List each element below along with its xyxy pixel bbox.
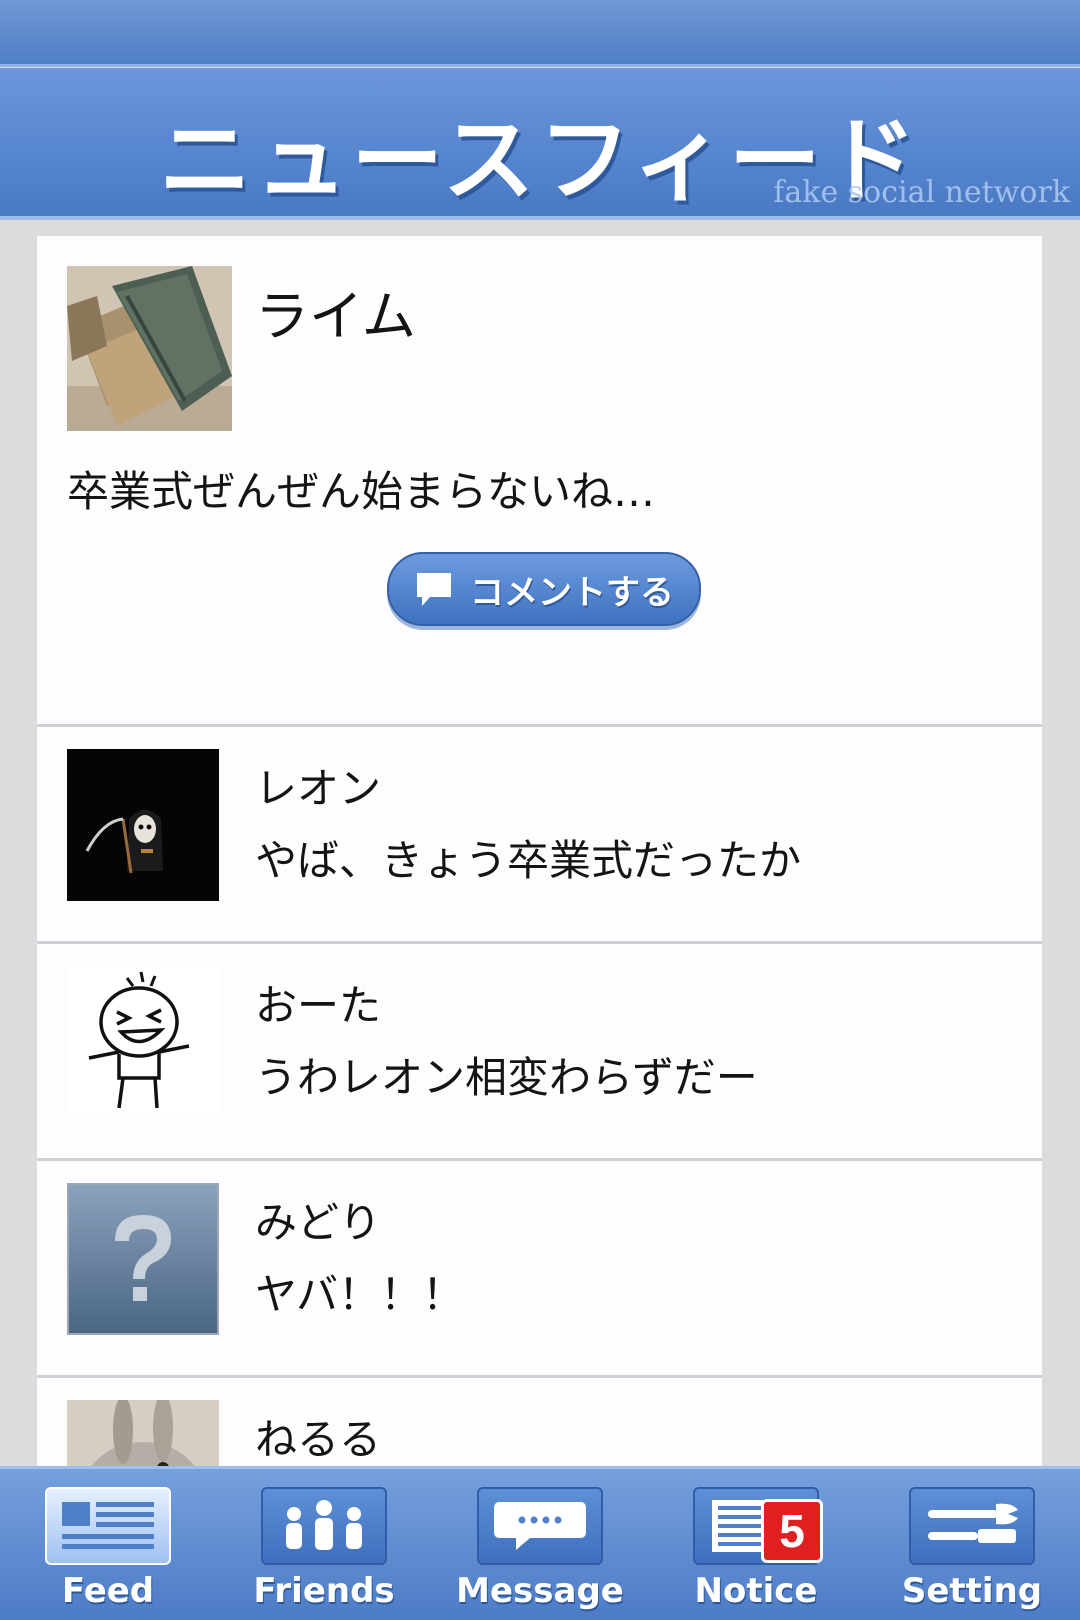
tab-label: Notice: [694, 1571, 818, 1611]
tab-setting[interactable]: Setting: [864, 1469, 1080, 1620]
message-icon: [477, 1487, 603, 1565]
comment-button[interactable]: コメントする: [387, 552, 701, 626]
tools-icon: [909, 1487, 1035, 1565]
feed-post: ねるる: [37, 1378, 1042, 1466]
feed-post: ライム 卒業式ぜんぜん始まらないね… コメントする: [37, 236, 1042, 727]
avatar[interactable]: [67, 1400, 219, 1466]
avatar[interactable]: [67, 749, 219, 901]
post-text: うわレオン相変わらずだー: [255, 1053, 758, 1102]
notice-icon: 5: [693, 1487, 823, 1565]
tab-friends[interactable]: Friends: [216, 1469, 432, 1620]
feed-post: おーた うわレオン相変わらずだー: [37, 944, 1042, 1161]
tab-label: Friends: [253, 1571, 395, 1611]
post-author[interactable]: みどり: [255, 1189, 381, 1250]
bottom-tab-bar: Feed Friends Message 5 Notice Setting: [0, 1466, 1080, 1620]
post-author[interactable]: ねるる: [255, 1406, 381, 1466]
tab-label: Message: [456, 1571, 624, 1611]
newsfeed-icon: [45, 1487, 171, 1565]
app-tagline: fake social network: [773, 175, 1070, 210]
app-header: ニュースフィード fake social network: [0, 68, 1080, 220]
speech-bubble-icon: [417, 573, 451, 606]
friends-icon: [261, 1487, 387, 1565]
tab-feed[interactable]: Feed: [0, 1469, 216, 1620]
tab-label: Setting: [901, 1571, 1043, 1611]
news-feed[interactable]: ライム 卒業式ぜんぜん始まらないね… コメントする レオン やば、きょう卒業式だ…: [37, 236, 1042, 1466]
feed-post: みどり ヤバ！！！: [37, 1161, 1042, 1378]
avatar[interactable]: [67, 266, 232, 431]
post-text: やば、きょう卒業式だったか: [255, 836, 802, 885]
feed-post: レオン やば、きょう卒業式だったか: [37, 727, 1042, 944]
status-bar: [0, 0, 1080, 67]
notification-badge: 5: [761, 1499, 823, 1563]
post-text: 卒業式ぜんぜん始まらないね…: [67, 467, 656, 516]
post-author[interactable]: レオン: [255, 755, 381, 816]
comment-button-label: コメントする: [470, 572, 674, 613]
avatar[interactable]: [67, 966, 219, 1118]
post-author[interactable]: ライム: [255, 272, 416, 351]
post-author[interactable]: おーた: [255, 972, 381, 1033]
tab-message[interactable]: Message: [432, 1469, 648, 1620]
post-text: ヤバ！！！: [255, 1270, 465, 1319]
avatar[interactable]: [67, 1183, 219, 1335]
tab-notice[interactable]: 5 Notice: [648, 1469, 864, 1620]
tab-label: Feed: [61, 1571, 155, 1611]
